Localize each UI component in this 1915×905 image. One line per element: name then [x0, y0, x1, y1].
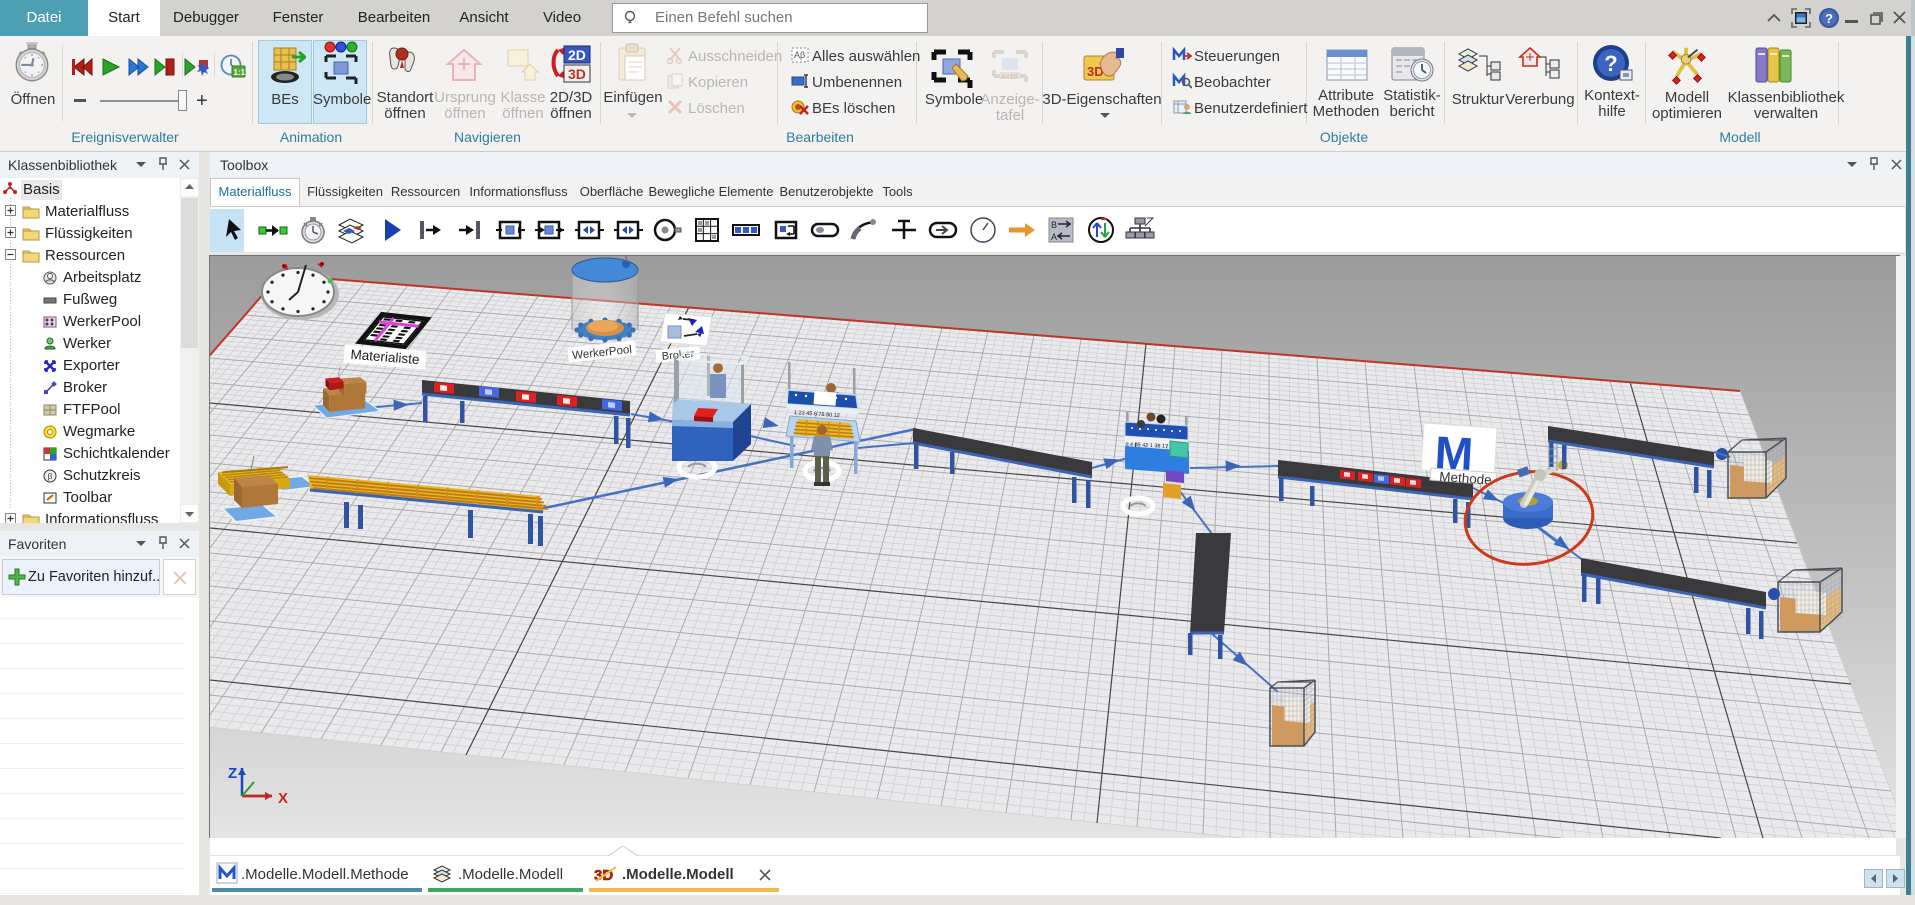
svg-text:X: X	[278, 790, 288, 807]
svg-text:2D: 2D	[568, 47, 586, 63]
svg-text:Aβ: Aβ	[794, 50, 805, 60]
svg-text:Z: Z	[228, 765, 237, 782]
svg-text:?: ?	[1604, 51, 1617, 76]
svg-text:B: B	[1051, 220, 1057, 230]
svg-text:A=10: A=10	[1001, 74, 1018, 81]
svg-text:β: β	[48, 472, 53, 481]
svg-text:3D: 3D	[568, 66, 586, 82]
svg-text:A: A	[1051, 232, 1057, 242]
svg-text:1:1: 1:1	[234, 68, 246, 77]
svg-text:?: ?	[1825, 11, 1833, 26]
